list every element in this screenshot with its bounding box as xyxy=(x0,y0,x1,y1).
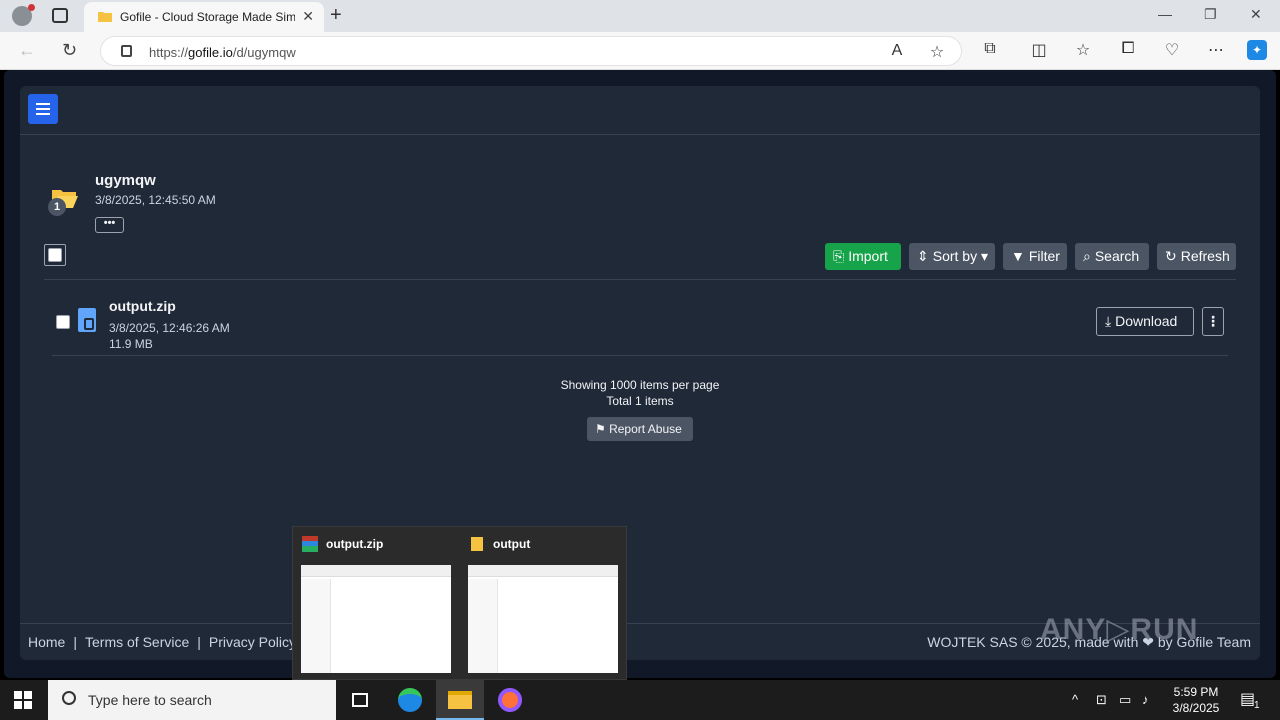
file-date: 3/8/2025, 12:46:26 AM xyxy=(109,321,230,335)
browser-titlebar: Gofile - Cloud Storage Made Sim ✕ + — ❐ … xyxy=(0,0,1280,32)
collections-icon[interactable]: ⧠ xyxy=(1118,40,1138,60)
tray-chevron-icon[interactable]: ^ xyxy=(1072,692,1078,707)
edge-browser-icon[interactable] xyxy=(386,680,434,720)
split-screen-icon[interactable]: ◫ xyxy=(1029,40,1049,60)
download-button[interactable]: ⤓ Download xyxy=(1096,307,1194,336)
taskbar-preview-popup: output.zip output xyxy=(292,526,627,680)
profile-notification-dot xyxy=(28,4,35,11)
favorites-icon[interactable]: ☆ xyxy=(1073,40,1093,60)
report-abuse-button[interactable]: ⚑ Report Abuse xyxy=(587,417,693,441)
restore-icon[interactable]: ❐ xyxy=(1204,6,1217,23)
filter-button[interactable]: ▼ Filter xyxy=(1003,243,1067,270)
anyrun-watermark: ANY▷RUN xyxy=(1040,613,1199,646)
total-items-text: Total 1 items xyxy=(606,394,674,408)
folder-date: 3/8/2025, 12:45:50 AM xyxy=(95,193,216,207)
lock-icon[interactable] xyxy=(121,45,132,57)
import-file-icon: ⎘ xyxy=(833,248,845,264)
refresh-button[interactable]: ↻ Refresh xyxy=(1157,243,1236,270)
more-options-icon[interactable]: ⋯ xyxy=(1206,40,1226,60)
sort-icon: ⇕ xyxy=(917,248,929,264)
search-icon xyxy=(62,691,76,705)
preview-window-output[interactable]: output xyxy=(460,527,624,681)
clock-date: 3/8/2025 xyxy=(1172,701,1220,715)
taskbar-search-placeholder: Type here to search xyxy=(88,692,212,708)
footer-link-home[interactable]: Home xyxy=(28,634,65,650)
caret-down-icon: ▾ xyxy=(977,248,989,264)
back-arrow-icon[interactable]: ← xyxy=(18,40,36,61)
preview-title: output xyxy=(493,537,531,551)
windows-taskbar: Type here to search ^ ⊡ ▭ ♪ 5:59 PM 3/8/… xyxy=(0,680,1280,720)
task-view-icon[interactable] xyxy=(336,680,384,720)
browser-tab-gofile[interactable]: Gofile - Cloud Storage Made Sim ✕ xyxy=(84,2,324,32)
tab-title: Gofile - Cloud Storage Made Sim xyxy=(120,10,295,24)
footer-link-terms[interactable]: Terms of Service xyxy=(85,634,189,650)
winrar-icon xyxy=(302,536,318,552)
minimize-icon[interactable]: — xyxy=(1158,6,1172,22)
new-tab-icon[interactable]: + xyxy=(330,4,342,27)
refresh-icon: ↻ xyxy=(1165,248,1177,264)
preview-title: output.zip xyxy=(326,537,384,551)
filter-icon: ▼ xyxy=(1011,248,1025,264)
read-aloud-icon[interactable]: A xyxy=(887,42,907,62)
folder-count-badge: 1 xyxy=(48,198,66,216)
favorite-star-icon[interactable]: ☆ xyxy=(927,42,947,62)
header-divider xyxy=(20,134,1260,135)
file-name[interactable]: output.zip xyxy=(109,298,176,314)
tray-device-icon[interactable]: ⊡ xyxy=(1096,692,1107,708)
clock-time: 5:59 PM xyxy=(1173,685,1219,699)
main-card: 1 ugymqw 3/8/2025, 12:45:50 AM ••• ⎘ Impo… xyxy=(20,86,1260,660)
browser-essentials-icon[interactable]: ♡ xyxy=(1162,40,1182,60)
browser-toolbar: ← ↻ https://gofile.io/d/ugymqw A ☆ ⧉ ◫ ☆… xyxy=(0,32,1280,70)
address-bar[interactable]: https://gofile.io/d/ugymqw A ☆ xyxy=(100,36,962,66)
firefox-icon[interactable] xyxy=(486,680,534,720)
taskbar-search-box[interactable]: Type here to search xyxy=(48,680,336,720)
notification-icon[interactable]: ▤ xyxy=(1240,689,1255,709)
sort-by-button[interactable]: ⇕ Sort by ▾ xyxy=(909,243,995,270)
folder-name: ugymqw xyxy=(95,172,156,189)
tab-actions-icon[interactable] xyxy=(52,8,68,23)
folder-more-button[interactable]: ••• xyxy=(95,217,124,233)
import-button[interactable]: ⎘ Import xyxy=(825,243,901,270)
file-row-divider xyxy=(52,355,1228,356)
folder-icon xyxy=(471,537,483,551)
zip-file-icon xyxy=(78,308,96,332)
download-icon: ⤓ xyxy=(1105,313,1116,329)
preview-thumbnail xyxy=(301,565,451,673)
footer-links: Home|Terms of Service|Privacy Policy| xyxy=(28,634,308,650)
select-all-box[interactable] xyxy=(48,248,62,262)
search-icon: ⌕ xyxy=(1083,248,1091,264)
system-clock[interactable]: 5:59 PM 3/8/2025 xyxy=(1170,684,1222,716)
file-options-button[interactable]: ⋮ xyxy=(1202,307,1224,336)
search-button[interactable]: ⌕ Search xyxy=(1075,243,1149,270)
windows-start-icon[interactable] xyxy=(14,691,32,709)
notification-count: 1 xyxy=(1254,700,1260,711)
copilot-icon[interactable]: ✦ xyxy=(1247,40,1267,60)
hamburger-menu-button[interactable] xyxy=(28,94,58,124)
network-icon[interactable]: ▭ xyxy=(1119,692,1131,708)
folder-favicon-icon xyxy=(98,12,112,22)
tab-close-icon[interactable]: ✕ xyxy=(302,8,314,25)
page-content: 1 ugymqw 3/8/2025, 12:45:50 AM ••• ⎘ Impo… xyxy=(4,70,1276,678)
window-close-icon[interactable]: ✕ xyxy=(1250,6,1262,23)
items-per-page-text: Showing 1000 items per page xyxy=(560,378,720,392)
preview-window-output-zip[interactable]: output.zip xyxy=(293,527,457,681)
reload-icon[interactable]: ↻ xyxy=(62,40,77,61)
file-select-checkbox[interactable] xyxy=(56,315,70,329)
footer-link-privacy[interactable]: Privacy Policy xyxy=(209,634,296,650)
file-explorer-icon[interactable] xyxy=(436,680,484,720)
url-text[interactable]: https://gofile.io/d/ugymqw xyxy=(149,45,296,60)
flag-icon: ⚑ xyxy=(595,422,610,436)
volume-icon[interactable]: ♪ xyxy=(1142,692,1149,707)
toolbar-divider xyxy=(44,279,1236,280)
preview-thumbnail xyxy=(468,565,618,673)
file-size: 11.9 MB xyxy=(109,337,153,351)
extensions-icon[interactable]: ⧉ xyxy=(980,40,1000,60)
select-all-checkbox[interactable] xyxy=(44,244,66,266)
